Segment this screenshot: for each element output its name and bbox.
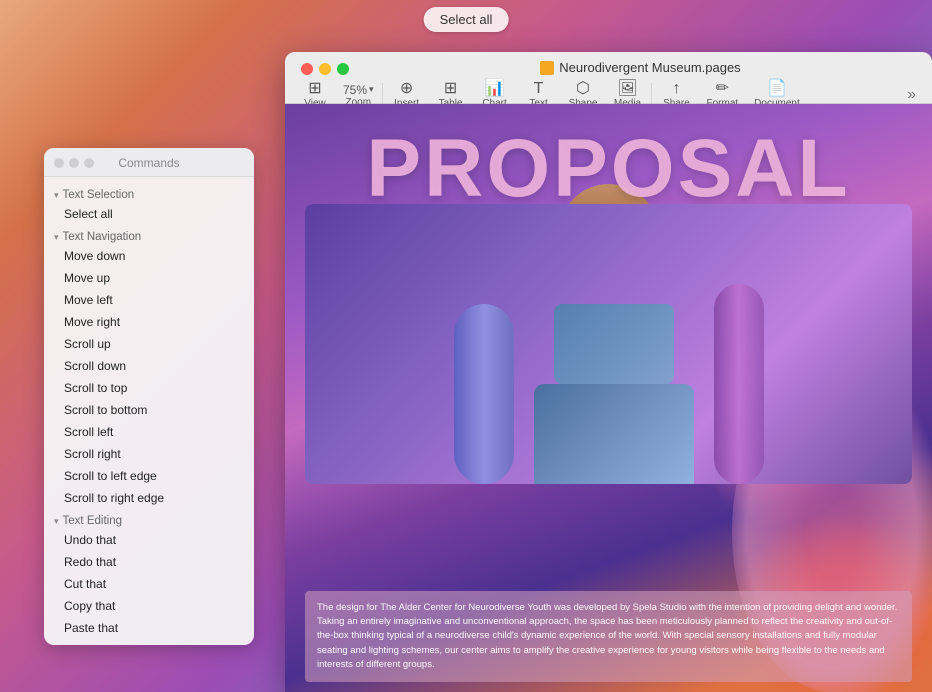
cmd-move-left[interactable]: Move left — [44, 289, 254, 311]
document-icon: 📄 — [767, 81, 787, 97]
window-titlebar: Neurodivergent Museum.pages ⊞ View 75% ▾… — [285, 52, 932, 104]
minimize-button[interactable] — [319, 63, 331, 75]
chair-scene — [335, 204, 882, 484]
cmd-scroll-to-right-edge[interactable]: Scroll to right edge — [44, 487, 254, 509]
close-dot[interactable] — [54, 158, 64, 168]
section-label-text-selection: Text Selection — [63, 189, 135, 201]
window-traffic-lights — [54, 158, 94, 168]
page-title: PROPOSAL — [285, 122, 932, 216]
cmd-scroll-right[interactable]: Scroll right — [44, 443, 254, 465]
chair-body — [534, 384, 694, 484]
zoom-percent: 75% — [343, 83, 367, 97]
table-icon: ⊞ — [444, 81, 457, 97]
section-header-text-navigation[interactable]: ▾ Text Navigation — [44, 225, 254, 245]
document-page: PROPOSAL The design for The Alder Center… — [285, 104, 932, 692]
window-traffic-lights-pages — [301, 63, 349, 75]
cmd-scroll-to-left-edge[interactable]: Scroll to left edge — [44, 465, 254, 487]
document-area: PROPOSAL The design for The Alder Center… — [285, 104, 932, 692]
media-icon: 🖼 — [617, 81, 637, 97]
select-all-button[interactable]: Select all — [424, 7, 509, 32]
cmd-copy-that[interactable]: Copy that — [44, 595, 254, 617]
commands-body: ▾ Text Selection Select all ▾ Text Navig… — [44, 177, 254, 645]
body-text-content: The design for The Alder Center for Neur… — [317, 602, 897, 670]
zoom-chevron-icon: ▾ — [369, 84, 374, 95]
cylinder-left — [454, 304, 514, 484]
section-label-text-editing: Text Editing — [63, 515, 122, 527]
cmd-move-right[interactable]: Move right — [44, 311, 254, 333]
cmd-redo-that[interactable]: Redo that — [44, 551, 254, 573]
window-title: Neurodivergent Museum.pages — [365, 60, 916, 75]
close-button[interactable] — [301, 63, 313, 75]
share-icon: ↑ — [672, 81, 680, 97]
commands-titlebar: Commands — [44, 148, 254, 177]
cmd-scroll-left[interactable]: Scroll left — [44, 421, 254, 443]
chevron-icon-2: ▾ — [54, 232, 59, 243]
window-filename: Neurodivergent Museum.pages — [559, 60, 740, 75]
cmd-scroll-to-top[interactable]: Scroll to top — [44, 377, 254, 399]
shape-icon: ⬡ — [576, 81, 590, 97]
chevron-icon: ▾ — [54, 190, 59, 201]
3d-object-area — [305, 204, 912, 484]
cmd-undo-that[interactable]: Undo that — [44, 529, 254, 551]
commands-title: Commands — [118, 156, 179, 170]
titlebar-top: Neurodivergent Museum.pages — [285, 52, 932, 75]
format-icon: ✏ — [716, 81, 729, 97]
insert-icon: ⊕ — [400, 81, 413, 97]
page-body-text: The design for The Alder Center for Neur… — [305, 591, 912, 682]
chair-back — [554, 304, 674, 384]
cmd-select-all[interactable]: Select all — [44, 203, 254, 225]
section-header-text-selection[interactable]: ▾ Text Selection — [44, 183, 254, 203]
pages-app-icon — [540, 61, 554, 75]
view-icon: ⊞ — [308, 81, 321, 97]
section-header-text-editing[interactable]: ▾ Text Editing — [44, 509, 254, 529]
cmd-cut-that[interactable]: Cut that — [44, 573, 254, 595]
commands-panel: Commands ▾ Text Selection Select all ▾ T… — [44, 148, 254, 645]
minimize-dot[interactable] — [69, 158, 79, 168]
chart-icon: 📊 — [485, 81, 505, 97]
maximize-button[interactable] — [337, 63, 349, 75]
pages-window: Neurodivergent Museum.pages ⊞ View 75% ▾… — [285, 52, 932, 692]
cylinder-right — [714, 284, 764, 484]
cmd-scroll-down[interactable]: Scroll down — [44, 355, 254, 377]
cmd-scroll-up[interactable]: Scroll up — [44, 333, 254, 355]
cmd-scroll-to-bottom[interactable]: Scroll to bottom — [44, 399, 254, 421]
text-icon: T — [534, 81, 544, 97]
cmd-move-up[interactable]: Move up — [44, 267, 254, 289]
cmd-paste-that[interactable]: Paste that — [44, 617, 254, 639]
section-label-text-navigation: Text Navigation — [63, 231, 142, 243]
cmd-move-down[interactable]: Move down — [44, 245, 254, 267]
maximize-dot[interactable] — [84, 158, 94, 168]
chevron-icon-3: ▾ — [54, 516, 59, 527]
zoom-value: 75% ▾ — [343, 83, 374, 97]
